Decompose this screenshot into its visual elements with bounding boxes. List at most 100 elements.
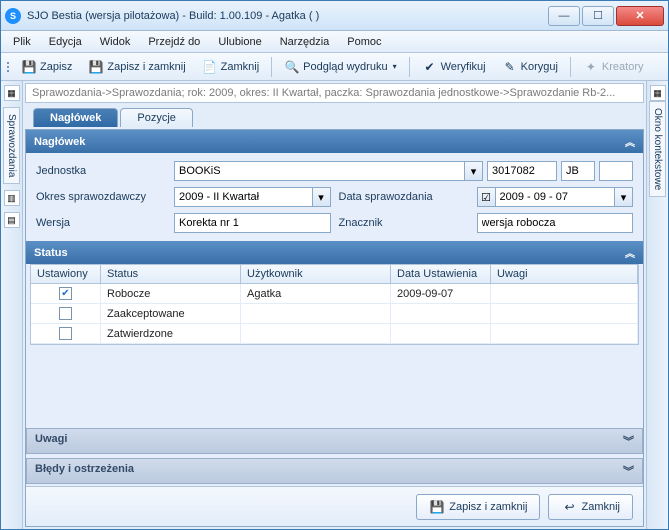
- menu-edycja[interactable]: Edycja: [41, 34, 90, 50]
- menubar: Plik Edycja Widok Przejdź do Ulubione Na…: [1, 31, 668, 53]
- znacznik-label: Znacznik: [339, 217, 469, 229]
- minimize-button[interactable]: —: [548, 6, 580, 26]
- data-label: Data sprawozdania: [339, 191, 469, 203]
- jednostka-label: Jednostka: [36, 165, 166, 177]
- breadcrumb: Sprawozdania->Sprawozdania; rok: 2009, o…: [25, 83, 644, 103]
- col-status[interactable]: Status: [101, 265, 241, 283]
- section-title: Nagłówek: [34, 136, 85, 148]
- row-date: [391, 304, 491, 323]
- menu-ulubione[interactable]: Ulubione: [210, 34, 269, 50]
- row-user: [241, 304, 391, 323]
- jednostka-code-input[interactable]: [487, 161, 557, 181]
- row-checkbox[interactable]: [59, 327, 72, 340]
- correct-button[interactable]: ✎Koryguj: [496, 57, 564, 77]
- section-uwagi[interactable]: Uwagi ︾: [26, 428, 643, 454]
- close-doc-label: Zamknij: [221, 61, 260, 73]
- col-data[interactable]: Data Ustawienia: [391, 265, 491, 283]
- window-title: SJO Bestia (wersja pilotażowa) - Build: …: [27, 10, 548, 22]
- sidebar-icon-1[interactable]: ▦: [4, 85, 20, 101]
- print-preview-button[interactable]: 🔍Podgląd wydruku▾: [278, 57, 402, 77]
- data-dropdown[interactable]: ▾: [615, 187, 633, 207]
- door-icon: ↩: [561, 499, 577, 515]
- check-icon: ✔: [422, 59, 438, 75]
- data-input[interactable]: [495, 187, 616, 207]
- date-checkbox[interactable]: ☑: [477, 187, 495, 207]
- footer-close-label: Zamknij: [581, 501, 620, 513]
- row-user: [241, 324, 391, 343]
- jednostka-dropdown[interactable]: ▾: [465, 161, 483, 181]
- okres-input[interactable]: [174, 187, 313, 207]
- jednostka-input[interactable]: [174, 161, 465, 181]
- door-icon: 📄: [202, 59, 218, 75]
- section-header-status[interactable]: Status ︽: [26, 241, 643, 264]
- sidebar-icon-3[interactable]: ▤: [4, 212, 20, 228]
- section-title: Błędy i ostrzeżenia: [35, 463, 134, 479]
- chevron-up-icon[interactable]: ︽: [625, 245, 635, 260]
- menu-pomoc[interactable]: Pomoc: [339, 34, 389, 50]
- row-checkbox[interactable]: ✔: [59, 287, 72, 300]
- row-checkbox[interactable]: [59, 307, 72, 320]
- disk-icon: 💾: [21, 59, 37, 75]
- row-date: 2009-09-07: [391, 284, 491, 303]
- chevron-down-icon: ︾: [623, 463, 634, 479]
- maximize-button[interactable]: ☐: [582, 6, 614, 26]
- tab-pozycje[interactable]: Pozycje: [120, 108, 193, 127]
- save-button[interactable]: 💾Zapisz: [15, 57, 78, 77]
- znacznik-input[interactable]: [477, 213, 634, 233]
- row-date: [391, 324, 491, 343]
- close-button[interactable]: ✕: [616, 6, 664, 26]
- print-icon: 🔍: [284, 59, 300, 75]
- sidebar-tab-okno[interactable]: Okno kontekstowe: [649, 101, 666, 197]
- col-uzytkownik[interactable]: Użytkownik: [241, 265, 391, 283]
- okres-dropdown[interactable]: ▾: [313, 187, 331, 207]
- separator: [271, 57, 272, 77]
- col-ustawiony[interactable]: Ustawiony: [31, 265, 101, 283]
- toolbar: 💾Zapisz 💾Zapisz i zamknij 📄Zamknij 🔍Podg…: [1, 53, 668, 81]
- okres-label: Okres sprawozdawczy: [36, 191, 166, 203]
- status-table: Ustawiony Status Użytkownik Data Ustawie…: [30, 264, 639, 345]
- row-uwagi: [491, 304, 638, 323]
- correct-label: Koryguj: [521, 61, 558, 73]
- sidebar-icon-2[interactable]: ▥: [4, 190, 20, 206]
- jednostka-short-input[interactable]: [561, 161, 595, 181]
- menu-przejdz[interactable]: Przejdź do: [140, 34, 208, 50]
- chevron-down-icon: ︾: [623, 433, 634, 449]
- section-header-naglowek[interactable]: Nagłówek ︽: [26, 130, 643, 153]
- row-uwagi: [491, 324, 638, 343]
- jednostka-extra-input[interactable]: [599, 161, 633, 181]
- table-row[interactable]: ✔RoboczeAgatka2009-09-07: [31, 284, 638, 304]
- verify-label: Weryfikuj: [441, 61, 486, 73]
- close-doc-button[interactable]: 📄Zamknij: [196, 57, 266, 77]
- verify-button[interactable]: ✔Weryfikuj: [416, 57, 492, 77]
- chevron-down-icon: ▾: [393, 62, 397, 71]
- footer-save-close-button[interactable]: 💾 Zapisz i zamknij: [416, 494, 540, 520]
- row-status: Zatwierdzone: [101, 324, 241, 343]
- wizards-label: Kreatory: [602, 61, 644, 73]
- menu-widok[interactable]: Widok: [92, 34, 139, 50]
- separator: [409, 57, 410, 77]
- footer: 💾 Zapisz i zamknij ↩ Zamknij: [26, 486, 643, 526]
- table-row[interactable]: Zatwierdzone: [31, 324, 638, 344]
- save-close-button[interactable]: 💾Zapisz i zamknij: [82, 57, 191, 77]
- footer-close-button[interactable]: ↩ Zamknij: [548, 494, 633, 520]
- titlebar: S SJO Bestia (wersja pilotażowa) - Build…: [1, 1, 668, 31]
- menu-plik[interactable]: Plik: [5, 34, 39, 50]
- section-title: Status: [34, 247, 68, 259]
- menu-narzedzia[interactable]: Narzędzia: [272, 34, 338, 50]
- col-uwagi[interactable]: Uwagi: [491, 265, 638, 283]
- sidebar-icon-right[interactable]: ▦: [650, 85, 666, 101]
- tab-naglowek[interactable]: Nagłówek: [33, 108, 118, 127]
- right-sidebar: ▦ Okno kontekstowe: [646, 81, 668, 529]
- sidebar-tab-sprawozdania[interactable]: Sprawozdania: [3, 107, 20, 184]
- save-close-label: Zapisz i zamknij: [107, 61, 185, 73]
- disk-icon: 💾: [429, 499, 445, 515]
- wand-icon: ✦: [583, 59, 599, 75]
- app-icon: S: [5, 8, 21, 24]
- section-bledy[interactable]: Błędy i ostrzeżenia ︾: [26, 458, 643, 484]
- row-status: Robocze: [101, 284, 241, 303]
- disk-close-icon: 💾: [88, 59, 104, 75]
- tabs: Nagłówek Pozycje: [25, 105, 644, 127]
- chevron-up-icon[interactable]: ︽: [625, 134, 635, 149]
- table-row[interactable]: Zaakceptowane: [31, 304, 638, 324]
- wersja-input[interactable]: [174, 213, 331, 233]
